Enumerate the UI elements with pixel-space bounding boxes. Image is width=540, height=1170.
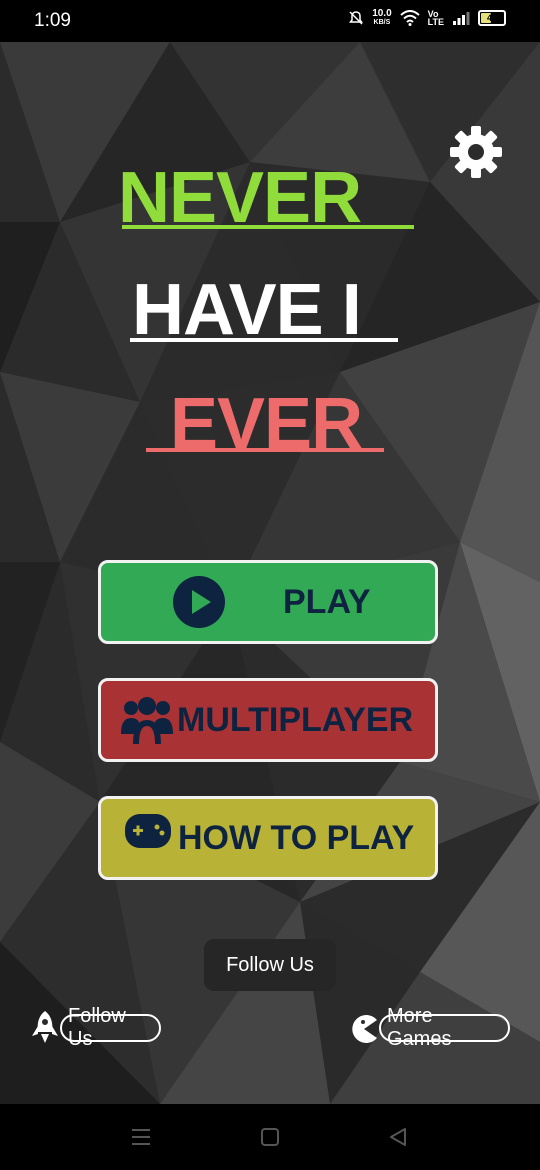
title-have-underline <box>130 338 398 342</box>
multiplayer-button[interactable]: MULTIPLAYER <box>98 678 438 762</box>
more-games-link[interactable]: More Games <box>379 1005 510 1050</box>
recent-apps-icon[interactable] <box>130 1127 152 1147</box>
main-screen: NEVER HAVE I EVER PLAY MULTIPLAYER HOW T… <box>0 42 540 1104</box>
navigation-bar <box>0 1104 540 1170</box>
home-icon[interactable] <box>260 1127 280 1147</box>
multiplayer-button-label: MULTIPLAYER <box>177 700 414 739</box>
network-speed-value: 10.0 <box>372 8 392 19</box>
play-button-label: PLAY <box>283 582 371 621</box>
play-circle-icon <box>173 576 225 628</box>
wifi-icon <box>399 10 420 26</box>
status-time: 1:09 <box>34 10 71 31</box>
volte-indicator: Vo LTE <box>427 10 444 27</box>
settings-gear-icon[interactable] <box>448 124 504 180</box>
title-ever-underline <box>146 448 384 452</box>
group-icon <box>121 697 173 744</box>
how-to-play-button[interactable]: HOW TO PLAY <box>98 796 438 880</box>
title-never-underline <box>122 225 414 229</box>
volte-bottom: LTE <box>427 17 444 27</box>
title-have-i: HAVE I <box>132 270 362 350</box>
battery-level: 41 <box>486 13 497 23</box>
signal-icon <box>453 12 470 25</box>
follow-us-link[interactable]: Follow Us <box>60 1005 161 1050</box>
play-button[interactable]: PLAY <box>98 560 438 644</box>
how-to-play-button-label: HOW TO PLAY <box>178 818 415 857</box>
gamepad-icon <box>125 814 171 848</box>
rocket-icon[interactable] <box>30 1010 60 1044</box>
back-icon[interactable] <box>388 1127 408 1147</box>
follow-us-toast: Follow Us <box>204 939 336 991</box>
pacman-icon[interactable] <box>349 1014 379 1044</box>
status-icons: 10.0 KB/S Vo LTE 41 <box>348 9 506 27</box>
network-speed: 10.0 KB/S <box>372 9 391 27</box>
battery-icon: 41 <box>478 10 506 26</box>
status-bar: 1:09 10.0 KB/S Vo LTE 41 <box>0 0 540 42</box>
title-never: NEVER <box>118 158 362 238</box>
network-speed-unit: KB/S <box>373 19 391 26</box>
mute-notification-icon <box>349 11 364 25</box>
